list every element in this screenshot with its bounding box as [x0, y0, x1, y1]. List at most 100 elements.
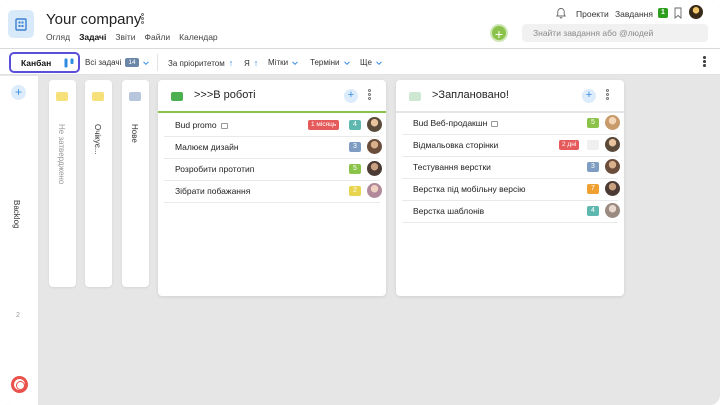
- column-header: >>>В роботі +: [158, 80, 386, 111]
- all-tasks-count: 14: [125, 58, 139, 67]
- nav-reports[interactable]: Звіти: [115, 32, 135, 42]
- task-title: Розробити прототип: [175, 164, 255, 174]
- toolbar-divider: [157, 54, 158, 71]
- assignee-avatar[interactable]: [367, 117, 382, 132]
- nav-calendar[interactable]: Календар: [179, 32, 217, 42]
- due-badge: 2 дні: [559, 140, 580, 150]
- task-card[interactable]: Розробити прототип 5: [164, 159, 382, 181]
- add-task-to-column-button[interactable]: +: [582, 89, 596, 103]
- due-badge: 1 місяць: [308, 120, 340, 130]
- priority-badge: 3: [587, 162, 599, 172]
- kanban-label: Канбан: [21, 58, 52, 68]
- priority-badge: 3: [349, 142, 361, 152]
- task-card[interactable]: Bud Веб-продакшн 5: [402, 113, 620, 135]
- column-title[interactable]: >>>В роботі: [194, 89, 256, 101]
- column-color-swatch: [129, 92, 141, 101]
- toolbar-more-icon[interactable]: [703, 56, 707, 70]
- column-color-swatch: [409, 92, 421, 101]
- tags-label: Мітки: [268, 58, 289, 67]
- task-card[interactable]: Відмальовка сторінки 2 дні: [402, 135, 620, 157]
- task-card[interactable]: Зібрати побажання 2: [164, 181, 382, 203]
- priority-sort[interactable]: За пріоритетом ↑: [168, 58, 233, 68]
- column-more-icon[interactable]: [368, 89, 373, 104]
- header: Your company Огляд Задачі Звіти Файли Ка…: [0, 0, 720, 48]
- task-title: Зібрати побажання: [175, 186, 251, 196]
- priority-badge-empty: [587, 140, 599, 150]
- assignee-avatar[interactable]: [605, 159, 620, 174]
- add-task-button[interactable]: +: [490, 24, 508, 42]
- search-input[interactable]: [522, 24, 708, 42]
- task-title: Малюєм дизайн: [175, 142, 239, 152]
- column-title: Очікує...: [93, 124, 102, 155]
- tags-filter[interactable]: Мітки: [268, 58, 298, 67]
- column-title: Не затверджено: [57, 124, 66, 185]
- priority-badge: 4: [349, 120, 361, 130]
- chevron-down-icon: [376, 60, 382, 65]
- projects-link[interactable]: Проекти: [576, 9, 609, 19]
- company-more-icon[interactable]: [140, 13, 146, 27]
- priority-badge: 5: [587, 118, 599, 128]
- nav-overview[interactable]: Огляд: [46, 32, 70, 42]
- collapsed-column[interactable]: Не затверджено: [49, 80, 76, 287]
- me-label: Я: [244, 58, 250, 68]
- company-title: Your company: [46, 11, 142, 28]
- assignee-avatar[interactable]: [605, 181, 620, 196]
- bookmark-icon[interactable]: [674, 7, 682, 19]
- assignee-avatar[interactable]: [367, 139, 382, 154]
- chevron-down-icon: [142, 60, 149, 65]
- task-title: Верстка під мобільну версію: [413, 184, 526, 194]
- assignee-avatar[interactable]: [367, 183, 382, 198]
- user-avatar[interactable]: [689, 5, 703, 19]
- app-window: Your company Огляд Задачі Звіти Файли Ка…: [0, 0, 720, 405]
- board-toolbar: Канбан Всі задачі 14 За пріоритетом ↑ Я …: [0, 48, 720, 75]
- task-title: Відмальовка сторінки: [413, 140, 499, 150]
- help-lifebuoy-icon[interactable]: [11, 376, 28, 393]
- add-column-button[interactable]: +: [11, 85, 26, 100]
- assignee-avatar[interactable]: [605, 137, 620, 152]
- task-card[interactable]: Верстка під мобільну версію 7: [402, 179, 620, 201]
- tasks-link[interactable]: Завдання: [615, 9, 653, 19]
- collapsed-column[interactable]: Очікує...: [85, 80, 112, 287]
- task-card[interactable]: Верстка шаблонів 4: [402, 201, 620, 223]
- column-color-swatch: [92, 92, 104, 101]
- column-color-swatch: [171, 92, 183, 101]
- more-filter[interactable]: Ще: [360, 58, 382, 67]
- priority-label: За пріоритетом: [168, 58, 225, 68]
- arrow-up-icon: ↑: [253, 58, 259, 68]
- column-title[interactable]: >Заплановано!: [432, 89, 509, 101]
- arrow-up-icon: ↑: [228, 58, 234, 68]
- nav-tasks[interactable]: Задачі: [79, 32, 106, 42]
- assignee-avatar[interactable]: [605, 115, 620, 130]
- task-card[interactable]: Малюєм дизайн 3: [164, 137, 382, 159]
- assignee-avatar[interactable]: [367, 161, 382, 176]
- subtasks-icon: [491, 120, 499, 127]
- priority-badge: 4: [587, 206, 599, 216]
- priority-badge: 2: [349, 186, 361, 196]
- subtasks-icon: [220, 122, 228, 129]
- me-filter[interactable]: Я ↑: [244, 58, 258, 68]
- task-title: Bud promo: [175, 120, 228, 130]
- kanban-view-button[interactable]: Канбан: [9, 52, 80, 73]
- task-title: Тестування верстки: [413, 162, 491, 172]
- priority-badge: 5: [349, 164, 361, 174]
- column-in-progress: >>>В роботі + Bud promo 1 місяць 4 Малює…: [158, 80, 386, 296]
- all-tasks-filter[interactable]: Всі задачі 14: [85, 58, 149, 67]
- column-planned: >Заплановано! + Bud Веб-продакшн 5 Відма…: [396, 80, 624, 296]
- nav-files[interactable]: Файли: [145, 32, 171, 42]
- assignee-avatar[interactable]: [605, 203, 620, 218]
- backlog-label[interactable]: Backlog: [12, 200, 21, 228]
- task-title: Bud Веб-продакшн: [413, 118, 499, 128]
- chevron-down-icon: [292, 60, 298, 65]
- column-title: Нове: [130, 124, 139, 143]
- task-card[interactable]: Bud promo 1 місяць 4: [164, 115, 382, 137]
- collapsed-column[interactable]: Нове: [122, 80, 149, 287]
- deadlines-filter[interactable]: Терміни: [310, 58, 350, 67]
- chevron-down-icon: [343, 60, 350, 65]
- bell-icon[interactable]: [555, 7, 567, 19]
- task-card[interactable]: Тестування верстки 3: [402, 157, 620, 179]
- task-title: Верстка шаблонів: [413, 206, 485, 216]
- priority-badge: 7: [587, 184, 599, 194]
- add-task-to-column-button[interactable]: +: [344, 89, 358, 103]
- column-more-icon[interactable]: [606, 89, 611, 104]
- company-logo-icon[interactable]: [8, 10, 34, 38]
